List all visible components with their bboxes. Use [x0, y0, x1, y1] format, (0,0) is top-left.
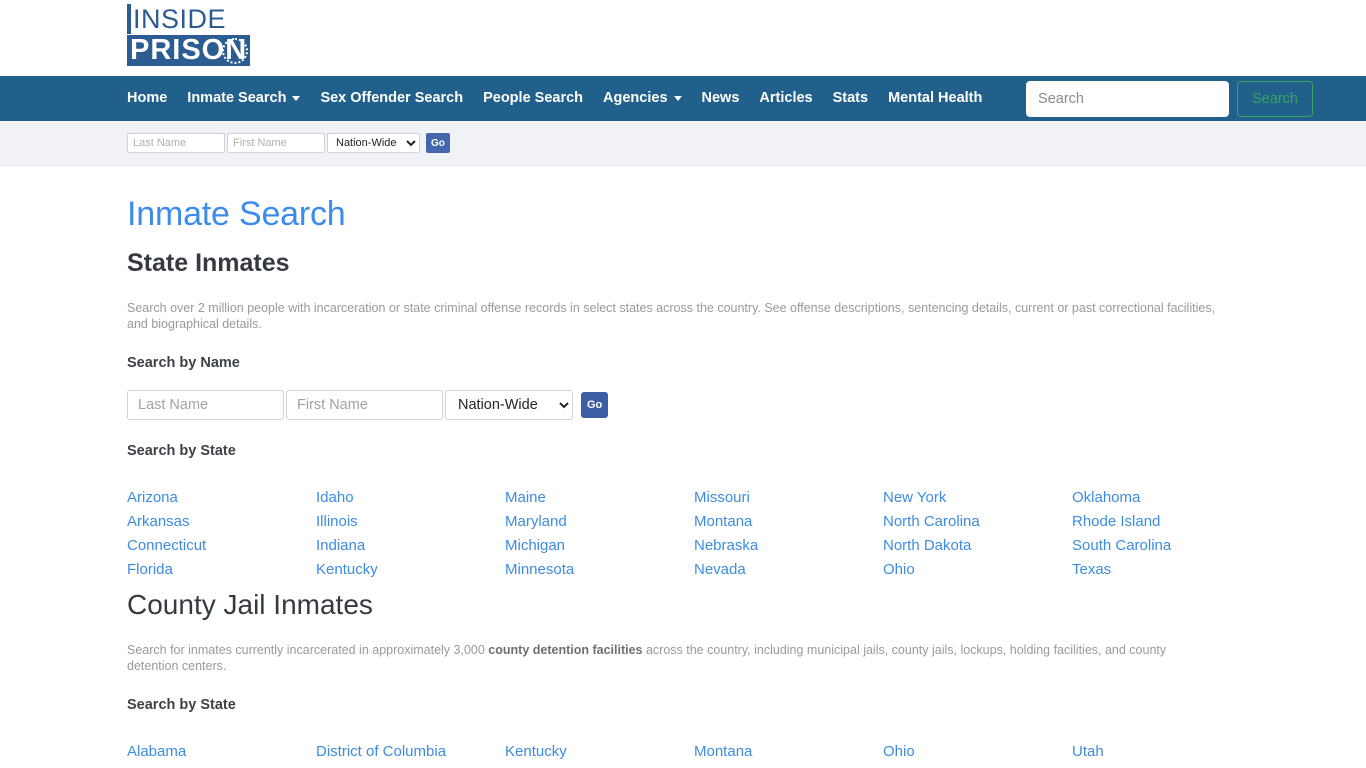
nav-label: People Search — [483, 90, 584, 106]
logo-text-inside: INSIDE — [127, 4, 279, 34]
state-inmate-state-link[interactable]: Connecticut — [127, 534, 316, 558]
county-jail-state-link[interactable]: Florida — [316, 764, 505, 768]
navbar-search-input[interactable] — [1026, 80, 1230, 117]
logo-text-prison: PRISON — [127, 35, 251, 66]
county-jail-state-link[interactable]: Montana — [694, 740, 883, 764]
state-search-by-name-label: Search by Name — [127, 355, 240, 371]
nav-label: Sex Offender Search — [320, 90, 464, 106]
nav-item-news[interactable]: News — [692, 76, 750, 121]
nav-item-home[interactable]: Home — [127, 76, 177, 121]
county-jail-description: Search for inmates currently incarcerate… — [127, 643, 1217, 674]
subnav-search-form: Nation-Wide Go — [127, 133, 450, 153]
navbar-search-form: Search — [1026, 76, 1366, 121]
county-desc-emphasis: county detention facilities — [488, 643, 643, 657]
state-search-by-state-label: Search by State — [127, 443, 236, 459]
chevron-down-icon — [292, 96, 301, 101]
county-desc-part1: Search for inmates currently incarcerate… — [127, 643, 489, 657]
state-inmates-description: Search over 2 million people with incarc… — [127, 301, 1216, 331]
navbar-search-button[interactable]: Search — [1237, 80, 1313, 117]
state-inmate-state-link[interactable]: New York — [883, 486, 1072, 510]
state-inmate-state-link[interactable]: Kentucky — [316, 558, 505, 582]
nav-label: Articles — [759, 90, 813, 106]
nav-item-inmate-search[interactable]: Inmate Search — [177, 76, 310, 121]
state-inmate-state-link[interactable]: Michigan — [505, 534, 694, 558]
state-inmate-state-link[interactable]: Nebraska — [694, 534, 883, 558]
nav-label: Agencies — [603, 90, 668, 106]
county-jail-state-link[interactable]: Utah — [1072, 740, 1261, 764]
state-first-name-input[interactable] — [286, 390, 443, 420]
state-scope-select[interactable]: Nation-Wide — [445, 390, 573, 420]
subnav-go-button[interactable]: Go — [426, 133, 450, 153]
nav-label: Home — [127, 90, 168, 106]
county-jail-state-link[interactable]: Vermont — [1072, 764, 1261, 768]
county-jail-state-link[interactable]: Louisiana — [505, 764, 694, 768]
nav-item-people-search[interactable]: People Search — [473, 76, 593, 121]
main-navbar: Home Inmate Search Sex Offender Search P… — [0, 76, 1366, 121]
nav-item-agencies[interactable]: Agencies — [593, 76, 691, 121]
nav-label: Stats — [832, 90, 869, 106]
nav-item-stats[interactable]: Stats — [823, 76, 878, 121]
county-jail-state-links: Alabama District of Columbia Kentucky Monta… — [127, 740, 1366, 768]
state-inmate-state-link[interactable]: Maine — [505, 486, 694, 510]
county-search-by-state-label: Search by State — [127, 697, 236, 713]
site-logo[interactable]: INSIDE PRISON — [127, 4, 279, 66]
state-inmates-heading: State Inmates — [127, 249, 290, 277]
state-inmate-state-link[interactable]: North Carolina — [883, 510, 1072, 534]
subnav-quick-search-bar: Nation-Wide Go — [0, 121, 1366, 166]
state-inmate-state-link[interactable]: Nevada — [694, 558, 883, 582]
county-jail-state-link[interactable]: District of Columbia — [316, 740, 505, 764]
state-inmate-state-link[interactable]: Montana — [694, 510, 883, 534]
state-inmate-state-link[interactable]: Minnesota — [505, 558, 694, 582]
state-inmate-state-link[interactable]: Ohio — [883, 558, 1072, 582]
county-jail-state-link[interactable]: Kentucky — [505, 740, 694, 764]
subnav-state-select[interactable]: Nation-Wide — [327, 133, 420, 153]
chevron-down-icon — [673, 96, 682, 101]
county-jail-heading: County Jail Inmates — [127, 589, 373, 620]
state-inmate-state-link[interactable]: Arizona — [127, 486, 316, 510]
state-inmate-state-link[interactable]: Arkansas — [127, 510, 316, 534]
nav-label: Mental Health — [888, 90, 983, 106]
state-inmate-state-link[interactable]: Rhode Island — [1072, 510, 1261, 534]
nav-item-mental-health[interactable]: Mental Health — [878, 76, 992, 121]
state-inmates-state-links: Arizona Idaho Maine Missouri New York Oklahom… — [127, 486, 1366, 582]
nav-item-sex-offender-search[interactable]: Sex Offender Search — [310, 76, 473, 121]
page-title: Inmate Search — [127, 195, 346, 233]
state-last-name-input[interactable] — [127, 390, 284, 420]
county-jail-state-link[interactable]: Ohio — [883, 740, 1072, 764]
county-jail-state-link[interactable]: Oklahoma — [883, 764, 1072, 768]
state-inmate-state-link[interactable]: Illinois — [316, 510, 505, 534]
state-inmate-state-link[interactable]: Florida — [127, 558, 316, 582]
state-inmate-state-link[interactable]: Oklahoma — [1072, 486, 1261, 510]
state-inmate-state-link[interactable]: Maryland — [505, 510, 694, 534]
subnav-first-name-input[interactable] — [227, 133, 325, 153]
county-jail-state-link[interactable]: Alabama — [127, 740, 316, 764]
state-inmate-state-link[interactable]: Idaho — [316, 486, 505, 510]
state-search-by-name-form: Nation-Wide Go — [127, 390, 1366, 420]
state-inmate-state-link[interactable]: North Dakota — [883, 534, 1072, 558]
state-inmate-state-link[interactable]: Texas — [1072, 558, 1261, 582]
nav-links: Home Inmate Search Sex Offender Search P… — [127, 76, 992, 121]
state-inmate-state-link[interactable]: Indiana — [316, 534, 505, 558]
county-jail-state-link[interactable]: Alaska — [127, 764, 316, 768]
nav-label: News — [701, 90, 740, 106]
page-content: Inmate Search State Inmates Search over … — [0, 194, 1366, 768]
county-jail-state-link[interactable]: Nebraska — [694, 764, 883, 768]
state-go-button[interactable]: Go — [581, 392, 609, 418]
prison-ring-icon — [222, 38, 248, 64]
subnav-last-name-input[interactable] — [127, 133, 225, 153]
masthead: INSIDE PRISON — [0, 0, 1366, 76]
nav-item-articles[interactable]: Articles — [749, 76, 822, 121]
nav-label: Inmate Search — [187, 90, 287, 106]
state-inmate-state-link[interactable]: Missouri — [694, 486, 883, 510]
state-inmate-state-link[interactable]: South Carolina — [1072, 534, 1261, 558]
